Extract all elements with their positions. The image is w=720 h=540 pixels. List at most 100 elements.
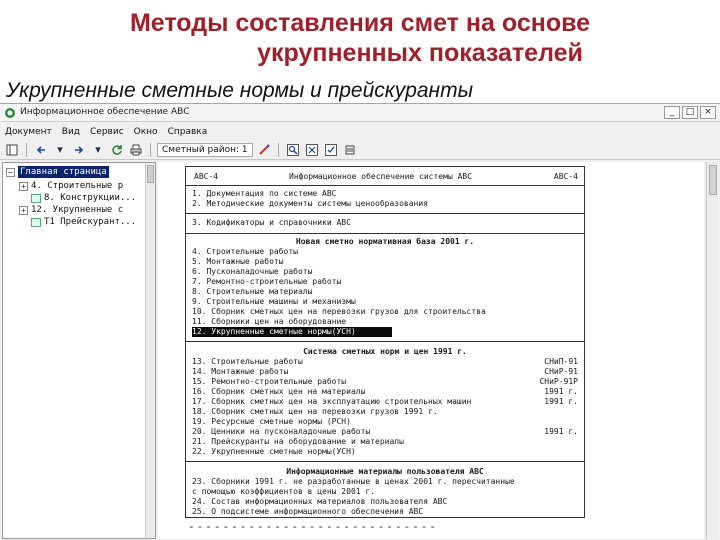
settings-icon[interactable]	[323, 143, 339, 157]
doc-link[interactable]: 14. Монтажные работы СНиР-91	[192, 367, 580, 377]
doc-link[interactable]: 15. Ремонтно-строительные работы СНиР-91Р	[192, 377, 580, 387]
toolbar: ▾ ▾ Сметный район: 1	[0, 140, 720, 160]
expand-icon[interactable]: +	[19, 205, 28, 215]
scroll-thumb[interactable]	[709, 165, 717, 195]
divider	[186, 341, 584, 342]
back-icon[interactable]	[33, 143, 49, 157]
doc-link[interactable]: 23. Сборники 1991 г. не разработанные в …	[192, 477, 580, 487]
document-panel: АВС-4 Информационное обеспечение системы…	[158, 162, 704, 539]
doc-link-text: 14. Монтажные работы	[192, 367, 289, 376]
doc-link[interactable]: 16. Сборник сметных цен на материалы 1991…	[192, 387, 580, 397]
refresh-icon[interactable]	[109, 143, 125, 157]
tree-item-label: Т1 Прейскурант...	[44, 217, 137, 227]
doc-link[interactable]: 10. Сборник сметных цен на перевозки гру…	[192, 307, 580, 317]
doc-link-text: 13. Строительные работы	[192, 357, 303, 366]
doc-link-selected[interactable]: 12. Укрупненные сметные нормы(УСН)	[192, 327, 392, 337]
tree-item-label: 12. Укрупненные с	[31, 205, 124, 215]
doc-link[interactable]: 9. Строительные машины и механизмы	[192, 297, 580, 307]
menu-window[interactable]: Окно	[134, 127, 158, 137]
toolbar-separator	[277, 142, 279, 157]
tree-item[interactable]: 8. Конструкции...	[31, 192, 136, 204]
section-title: Информационные материалы пользователя АВ…	[286, 467, 484, 476]
tree-item-label: 4. Строительные р	[31, 181, 124, 191]
page-icon	[31, 193, 41, 203]
bookmark-icon[interactable]	[304, 143, 320, 157]
menu-help[interactable]: Справка	[168, 127, 208, 137]
doc-link[interactable]: 21. Прейскуранты на оборудование и матер…	[192, 437, 580, 447]
title-bar: Информационное обеспечение АВС _ □ ×	[0, 104, 720, 122]
navigation-tree[interactable]: − Главная страница + 4. Строительные р 8…	[2, 162, 156, 539]
tree-item-label: 8. Конструкции...	[44, 193, 137, 203]
forward-icon[interactable]	[71, 143, 87, 157]
chevron-down-icon[interactable]: ▾	[52, 143, 68, 157]
doc-link[interactable]: 18. Сборник сметных цен на перевозки гру…	[192, 407, 580, 417]
doc-link-code: СНиП-91	[544, 357, 578, 366]
minimize-button[interactable]: _	[664, 106, 680, 119]
window-controls: _ □ ×	[664, 106, 716, 119]
document-header: АВС-4 Информационное обеспечение системы…	[194, 172, 578, 182]
doc-link-code: 1991 г.	[544, 397, 578, 406]
region-selector[interactable]: Сметный район: 1	[157, 142, 253, 157]
doc-link-text: 15. Ремонтно-строительные работы	[192, 377, 347, 386]
doc-link[interactable]: 22. Укрупненные сметные нормы(УСН)	[192, 447, 580, 457]
doc-link-text: 20. Ценники на пусконаладочные работы	[192, 427, 371, 436]
doc-link-code: 1991 г.	[544, 427, 578, 436]
find-icon[interactable]	[285, 143, 301, 157]
chevron-down-icon[interactable]: ▾	[90, 143, 106, 157]
toolbar-separator	[26, 142, 27, 157]
slide-title-line1: Методы составления смет на основе	[129, 9, 591, 37]
info-icon[interactable]	[342, 143, 358, 157]
doc-link[interactable]: 17. Сборник сметных цен на эксплуатацию …	[192, 397, 580, 407]
tree-item[interactable]: + 4. Строительные р	[19, 180, 123, 192]
menu-service[interactable]: Сервис	[90, 127, 124, 137]
scroll-thumb[interactable]	[147, 165, 154, 183]
tree-scrollbar[interactable]	[145, 163, 155, 538]
doc-link[interactable]: 4. Строительные работы	[192, 247, 580, 257]
slide-subtitle: Укрупненные сметные нормы и прейскуранты	[6, 79, 474, 102]
doc-link[interactable]: 25. О подсистеме информационного обеспеч…	[192, 507, 580, 517]
doc-link-text: 21. Прейскуранты на оборудование и матер…	[192, 437, 404, 446]
menu-bar: Документ Вид Сервис Окно Справка	[0, 124, 720, 140]
slide-title-line2: укрупненных показателей	[257, 39, 583, 67]
section-title: Система сметных норм и цен 1991 г.	[303, 347, 467, 356]
tree-root-label: Главная страница	[18, 166, 109, 178]
collapse-icon[interactable]: −	[6, 167, 15, 177]
header-code-right: АВС-4	[553, 172, 578, 181]
maximize-button[interactable]: □	[682, 106, 698, 119]
divider	[186, 233, 584, 234]
region-edit-icon[interactable]	[256, 143, 272, 157]
header-code-left: АВС-4	[194, 172, 219, 181]
menu-document[interactable]: Документ	[5, 127, 52, 137]
print-icon[interactable]	[128, 143, 144, 157]
divider	[186, 461, 584, 462]
doc-link[interactable]: 20. Ценники на пусконаладочные работы 199…	[192, 427, 580, 437]
expand-icon[interactable]: +	[19, 181, 28, 191]
doc-link[interactable]: 6. Пусконаладочные работы	[192, 267, 580, 277]
doc-link-code: 1991 г.	[544, 387, 578, 396]
doc-link-code: СНиР-91	[544, 367, 578, 376]
doc-link[interactable]: 8. Строительные материалы	[192, 287, 580, 297]
tree-root[interactable]: − Главная страница	[6, 166, 109, 178]
doc-link[interactable]: 3. Кодификаторы и справочники АВС	[192, 218, 580, 228]
doc-link[interactable]: 19. Ресурсные сметные нормы (РСН)	[192, 417, 580, 427]
doc-link-text: 22. Укрупненные сметные нормы(УСН)	[192, 447, 356, 456]
tree-item[interactable]: + 12. Укрупненные с	[19, 204, 123, 216]
doc-link-text: 17. Сборник сметных цен на эксплуатацию …	[192, 397, 472, 406]
doc-link[interactable]: 7. Ремонтно-строительные работы	[192, 277, 580, 287]
doc-link-text: 19. Ресурсные сметные нормы (РСН)	[192, 417, 351, 426]
doc-link[interactable]: 11. Сборники цен на оборудование	[192, 317, 580, 327]
divider	[186, 185, 584, 186]
document-scrollbar[interactable]	[706, 162, 718, 539]
menu-view[interactable]: Вид	[62, 127, 80, 137]
doc-link-continued: с помощью коэффициентов в цены 2001 г.	[192, 487, 376, 496]
page-icon	[31, 217, 41, 227]
doc-link[interactable]: 24. Состав информационных материалов пол…	[192, 497, 580, 507]
tree-item[interactable]: Т1 Прейскурант...	[31, 216, 136, 228]
doc-link[interactable]: 13. Строительные работы СНиП-91	[192, 357, 580, 367]
tree-toggle-icon[interactable]	[4, 143, 20, 157]
close-button[interactable]: ×	[700, 106, 716, 119]
doc-link[interactable]: 1. Документация по системе АВС	[192, 189, 580, 199]
doc-link[interactable]: 2. Методические документы системы ценооб…	[192, 199, 580, 209]
doc-link[interactable]: 5. Монтажные работы	[192, 257, 580, 267]
app-window: Информационное обеспечение АВС _ □ × Док…	[0, 103, 720, 540]
